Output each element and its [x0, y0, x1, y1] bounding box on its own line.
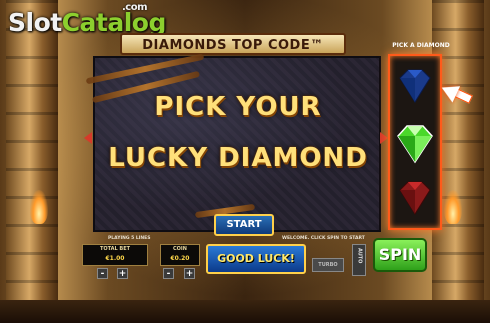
coin-plus-button[interactable]: +	[184, 268, 195, 279]
bet-plus-button[interactable]: +	[117, 268, 128, 279]
left-arrow-icon	[84, 132, 92, 144]
bet-minus-button[interactable]: -	[97, 268, 108, 279]
coin-box: COIN €0.20	[160, 244, 200, 266]
lines-status: PLAYING 5 LINES	[108, 236, 151, 241]
left-torch-flame	[30, 190, 48, 224]
right-torch-flame	[444, 190, 462, 224]
auto-label: AUTO	[356, 248, 363, 264]
pick-a-diamond-label: PICK A DIAMOND	[392, 42, 450, 49]
coin-label: COIN	[173, 246, 187, 252]
game-title: DIAMONDS TOP CODE™	[120, 33, 346, 55]
coin-minus-button[interactable]: -	[163, 268, 174, 279]
total-bet-value: €1.00	[105, 255, 125, 262]
green-diamond-icon[interactable]	[396, 120, 434, 166]
good-luck-message: GOOD LUCK!	[206, 244, 306, 274]
coin-value: €0.20	[170, 255, 190, 262]
right-arrow-icon	[380, 132, 388, 144]
turbo-button[interactable]: TURBO	[312, 258, 344, 272]
diamond-picker-panel	[388, 54, 442, 230]
blue-diamond-icon[interactable]	[396, 64, 434, 110]
watermark-com: .com	[122, 2, 148, 13]
spin-button[interactable]: SPIN	[373, 238, 427, 272]
welcome-status: WELCOME. CLICK SPIN TO START	[282, 236, 365, 241]
total-bet-label: TOTAL BET	[99, 246, 131, 252]
headline-line1: PICK YOUR	[154, 92, 322, 122]
headline-line2: LUCKY DIAMOND	[108, 143, 368, 173]
start-button[interactable]: START	[214, 214, 274, 236]
total-bet-box: TOTAL BET €1.00	[82, 244, 148, 266]
watermark-slot: Slot	[8, 8, 62, 37]
left-pillar	[6, 0, 58, 300]
bottom-bar	[0, 300, 490, 323]
red-diamond-icon[interactable]	[396, 176, 434, 222]
auto-button[interactable]: AUTO	[352, 244, 366, 276]
